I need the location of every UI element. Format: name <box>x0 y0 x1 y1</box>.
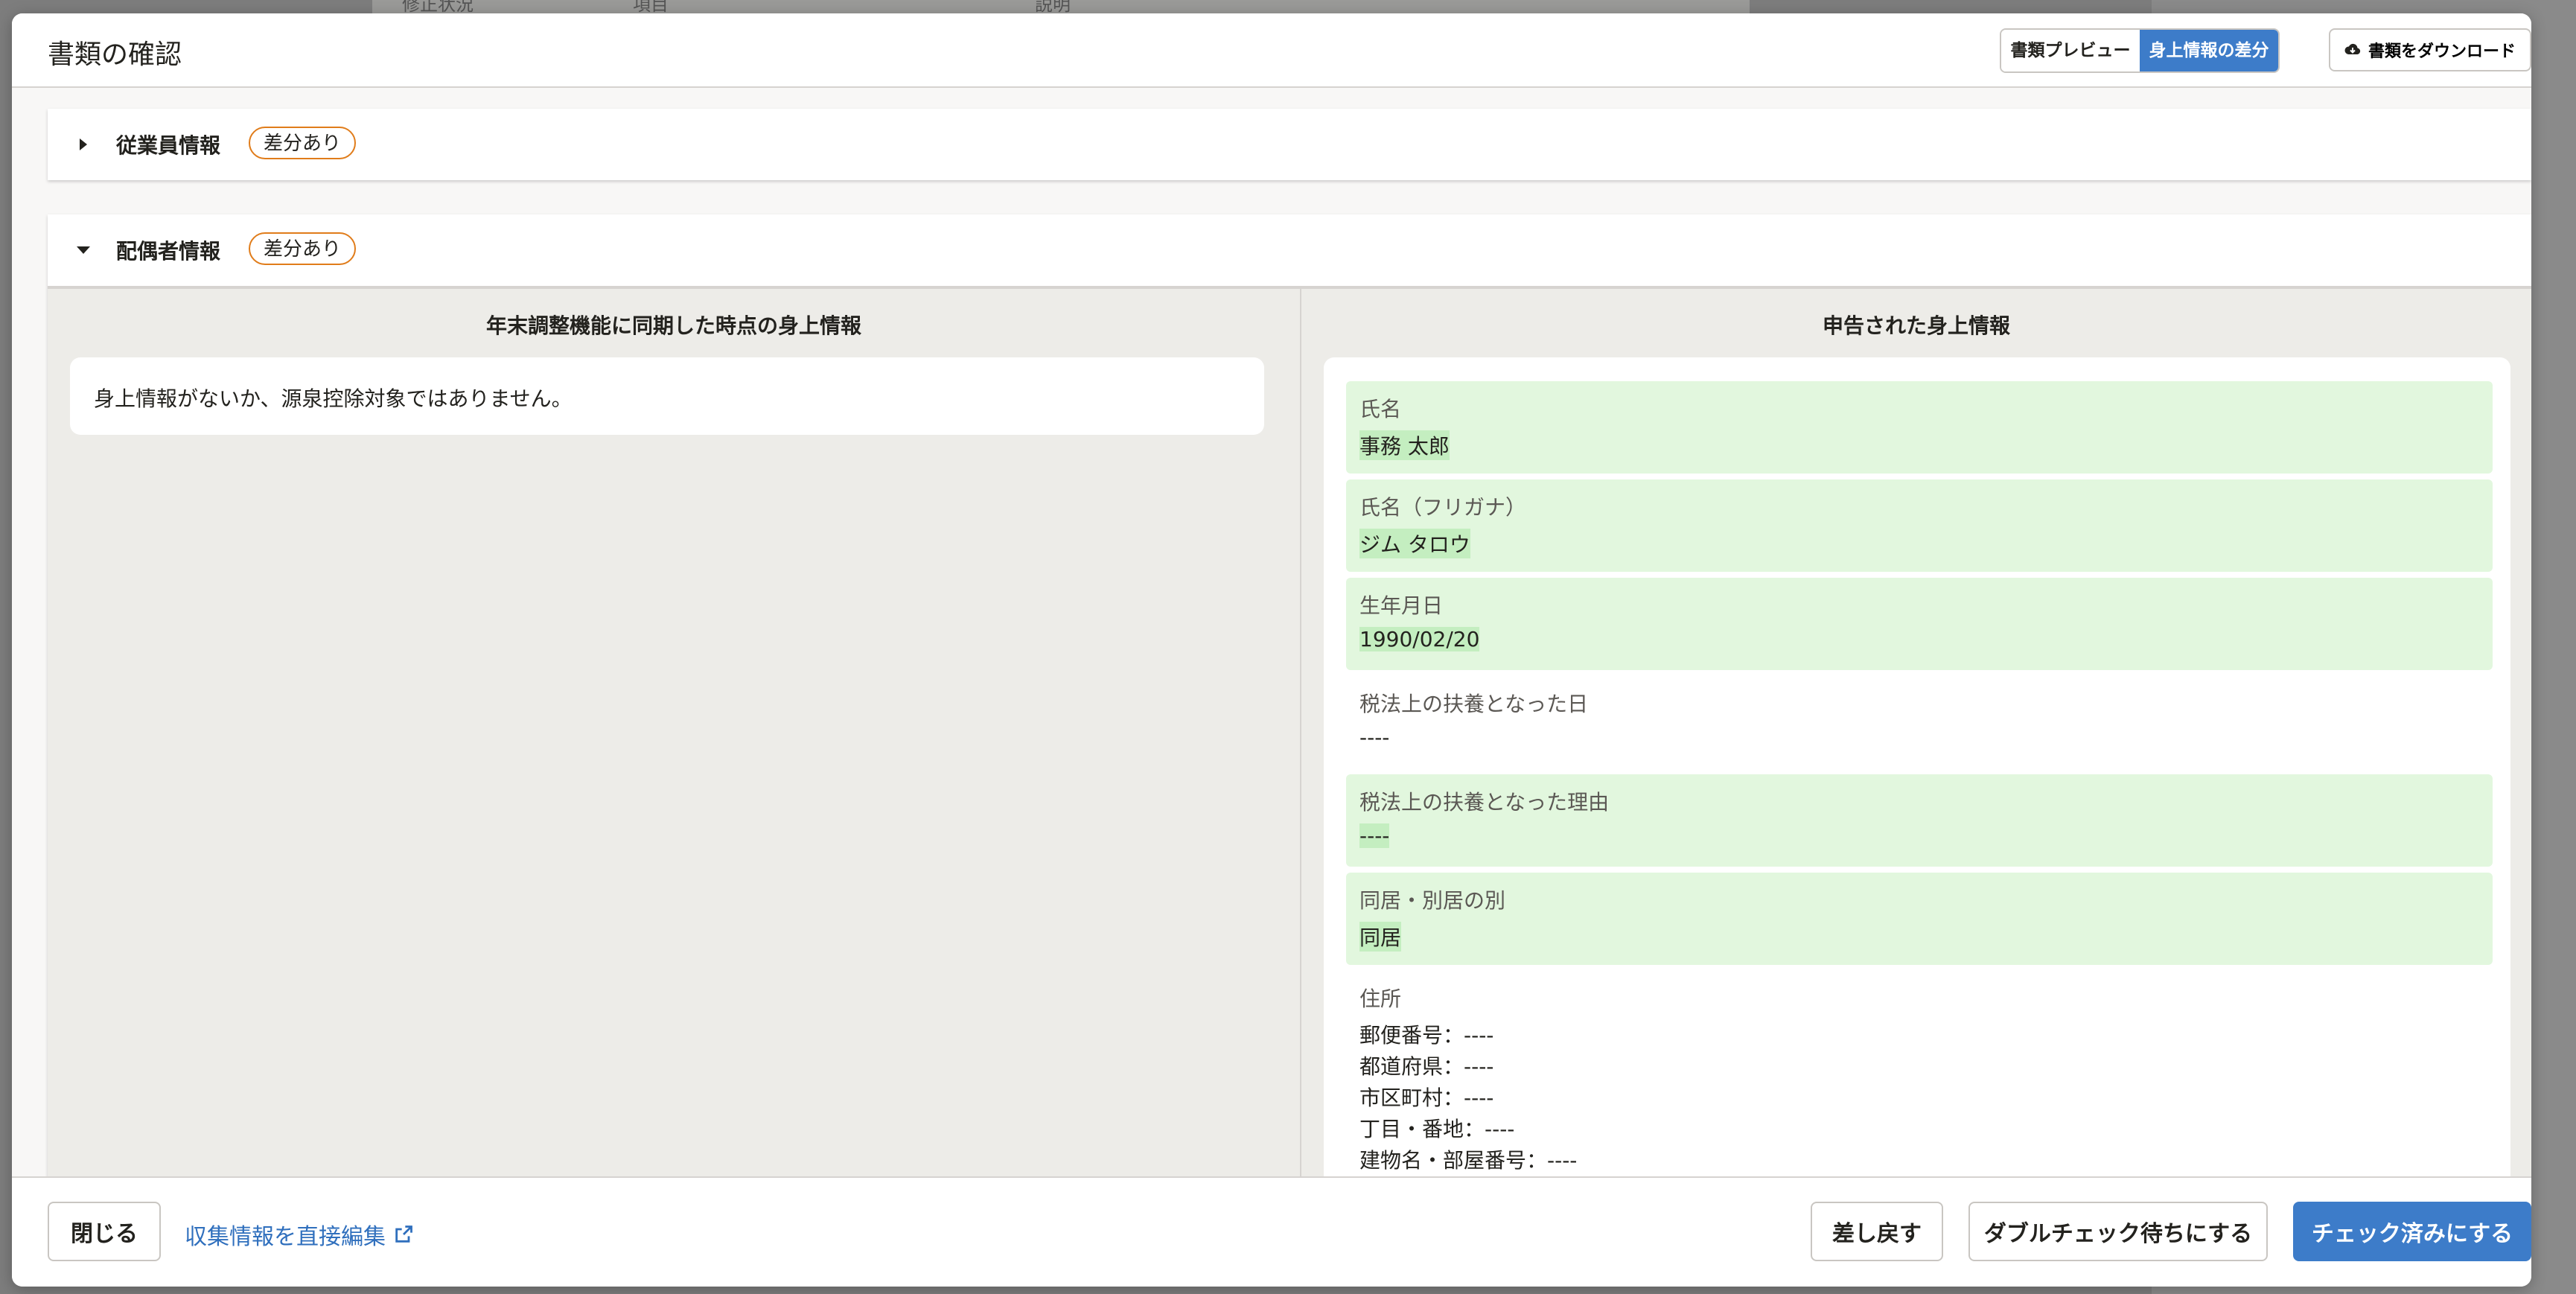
spouse-info-section: 配偶者情報 差分あり 年末調整機能に同期した時点の身上情報 申告された身上情報 … <box>48 214 2531 1287</box>
diff-comparison: 年末調整機能に同期した時点の身上情報 申告された身上情報 身上情報がないか、源泉… <box>48 286 2531 1287</box>
download-label: 書類をダウンロード <box>2368 42 2516 60</box>
field-value: ---- <box>1359 725 1390 750</box>
external-link-icon <box>395 1226 412 1243</box>
address-building: 建物名・部屋番号：---- <box>1359 1148 1578 1173</box>
field-label: 税法上の扶養となった理由 <box>1359 790 1610 815</box>
document-review-modal: 書類の確認 書類プレビュー 身上情報の差分 書類をダウンロード 従業員情報 差分… <box>12 13 2531 1287</box>
field-label: 住所 <box>1359 987 1402 1011</box>
field-label: 税法上の扶養となった日 <box>1359 692 1589 716</box>
caret-right-icon <box>80 138 87 150</box>
declared-info-box: 氏名 事務 太郎 氏名（フリガナ） ジム タロウ 生年月日 1990/02/20… <box>1324 357 2510 1287</box>
address-street: 丁目・番地：---- <box>1359 1117 1515 1141</box>
field-value: ジム タロウ <box>1359 529 1470 558</box>
spouse-diff-badge: 差分あり <box>249 232 357 265</box>
field-value: ---- <box>1359 823 1390 848</box>
address-postal: 郵便番号：---- <box>1359 1023 1494 1048</box>
download-document-button[interactable]: 書類をダウンロード <box>2329 28 2531 71</box>
cloud-download-icon <box>2344 43 2361 54</box>
field-label: 氏名 <box>1359 397 1402 421</box>
address-lines: 郵便番号：---- 都道府県：---- 市区町村：---- 丁目・番地：----… <box>1359 1020 1577 1176</box>
field-name: 氏名 事務 太郎 <box>1346 381 2493 474</box>
address-prefecture: 都道府県：---- <box>1359 1054 1494 1079</box>
field-dependent-date: 税法上の扶養となった日 ---- <box>1346 676 2493 768</box>
tab-document-preview[interactable]: 書類プレビュー <box>2001 30 2140 71</box>
modal-footer: 閉じる 収集情報を直接編集 差し戻す ダブルチェック待ちにする チェック済みにす… <box>12 1176 2531 1287</box>
return-button[interactable]: 差し戻す <box>1811 1202 1943 1261</box>
employee-diff-badge: 差分あり <box>249 127 357 159</box>
employee-info-header[interactable]: 従業員情報 差分あり <box>48 109 2531 180</box>
field-cohabitation: 同居・別居の別 同居 <box>1346 873 2493 965</box>
spouse-info-header[interactable]: 配偶者情報 差分あり <box>48 214 2531 286</box>
caret-down-icon <box>77 246 90 254</box>
view-toggle: 書類プレビュー 身上情報の差分 <box>2000 28 2280 73</box>
field-dependent-reason: 税法上の扶養となった理由 ---- <box>1346 774 2493 867</box>
spouse-info-title: 配偶者情報 <box>116 239 221 264</box>
tab-personal-info-diff[interactable]: 身上情報の差分 <box>2140 30 2278 71</box>
double-check-button[interactable]: ダブルチェック待ちにする <box>1968 1202 2268 1261</box>
column-divider <box>1300 289 1301 1257</box>
field-birthdate: 生年月日 1990/02/20 <box>1346 578 2493 670</box>
modal-header: 書類の確認 書類プレビュー 身上情報の差分 書類をダウンロード <box>12 13 2531 88</box>
declared-info-title: 申告された身上情報 <box>1822 313 2010 338</box>
employee-info-section: 従業員情報 差分あり <box>48 109 2531 180</box>
field-value: 同居 <box>1359 922 1402 952</box>
employee-info-title: 従業員情報 <box>116 133 221 158</box>
modal-title: 書類の確認 <box>48 39 182 70</box>
synced-info-box: 身上情報がないか、源泉控除対象ではありません。 <box>70 357 1264 435</box>
field-value: 1990/02/20 <box>1359 627 1480 651</box>
close-button[interactable]: 閉じる <box>48 1202 161 1261</box>
background-table-header: 修正状況 項目 説明 <box>372 0 1750 15</box>
field-label: 氏名（フリガナ） <box>1359 495 1527 520</box>
mark-checked-button[interactable]: チェック済みにする <box>2293 1202 2531 1261</box>
no-info-message: 身上情報がないか、源泉控除対象ではありません。 <box>94 386 573 411</box>
field-name-kana: 氏名（フリガナ） ジム タロウ <box>1346 479 2493 572</box>
field-label: 生年月日 <box>1359 593 1444 618</box>
field-label: 同居・別居の別 <box>1359 888 1506 913</box>
edit-collected-info-link[interactable]: 収集情報を直接編集 <box>185 1218 414 1251</box>
address-city: 市区町村：---- <box>1359 1086 1494 1110</box>
field-value: 事務 太郎 <box>1359 430 1450 460</box>
synced-info-title: 年末調整機能に同期した時点の身上情報 <box>485 313 861 338</box>
edit-link-label: 収集情報を直接編集 <box>185 1224 386 1250</box>
